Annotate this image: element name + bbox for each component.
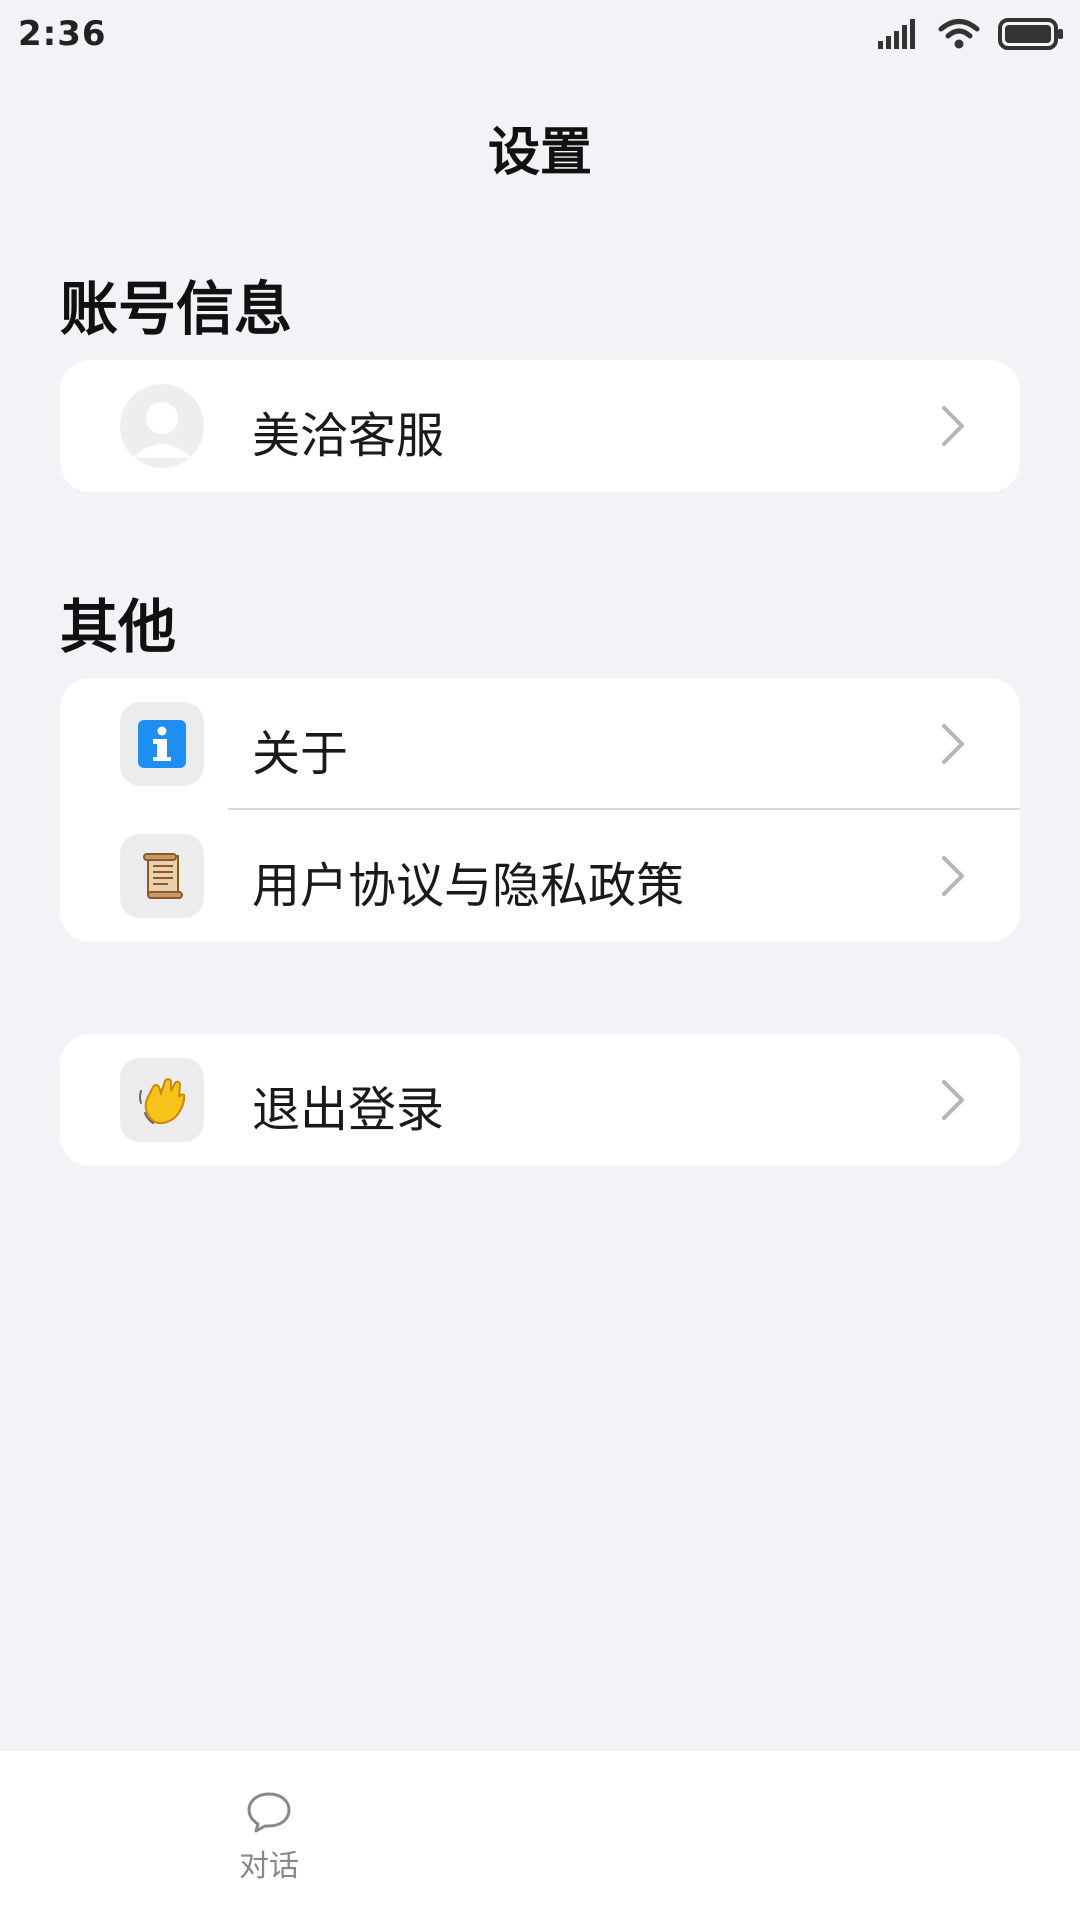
section-heading-other: 其他 (60, 593, 177, 661)
page-title: 设置 (487, 123, 592, 183)
row-label: 退出登录 (252, 1082, 445, 1138)
scroll-icon (120, 834, 204, 918)
row-label: 美洽客服 (252, 408, 445, 464)
wifi-icon (938, 18, 980, 54)
signal-icon (878, 19, 920, 53)
bottom-nav: 对话 (0, 1751, 1080, 1920)
logout-card: 退出登录 (60, 1034, 1020, 1166)
battery-icon (998, 18, 1064, 54)
chat-bubble-icon (246, 1791, 292, 1837)
chevron-right-icon (940, 404, 966, 452)
other-row-about[interactable]: 关于 (60, 678, 1020, 810)
section-heading-account: 账号信息 (60, 275, 293, 343)
chevron-right-icon (940, 1078, 966, 1126)
tab-chat[interactable]: 对话 (224, 1791, 314, 1885)
row-label: 用户协议与隐私政策 (252, 858, 685, 914)
waving-hand-icon (120, 1058, 204, 1142)
info-icon (120, 702, 204, 786)
status-time: 2:36 (18, 14, 107, 54)
logout-row[interactable]: 退出登录 (60, 1034, 1020, 1166)
other-card: 关于 用户协议与隐私政策 (60, 678, 1020, 942)
account-card: 美洽客服 (60, 360, 1020, 492)
avatar-icon (120, 384, 204, 468)
tab-label: 对话 (239, 1849, 299, 1884)
chevron-right-icon (940, 854, 966, 902)
status-icons (878, 18, 1064, 54)
chevron-right-icon (940, 722, 966, 770)
other-row-user-agreement[interactable]: 用户协议与隐私政策 (60, 810, 1020, 942)
account-row-customer-service[interactable]: 美洽客服 (60, 360, 1020, 492)
status-bar: 2:36 (0, 0, 1080, 72)
row-label: 关于 (252, 726, 349, 782)
